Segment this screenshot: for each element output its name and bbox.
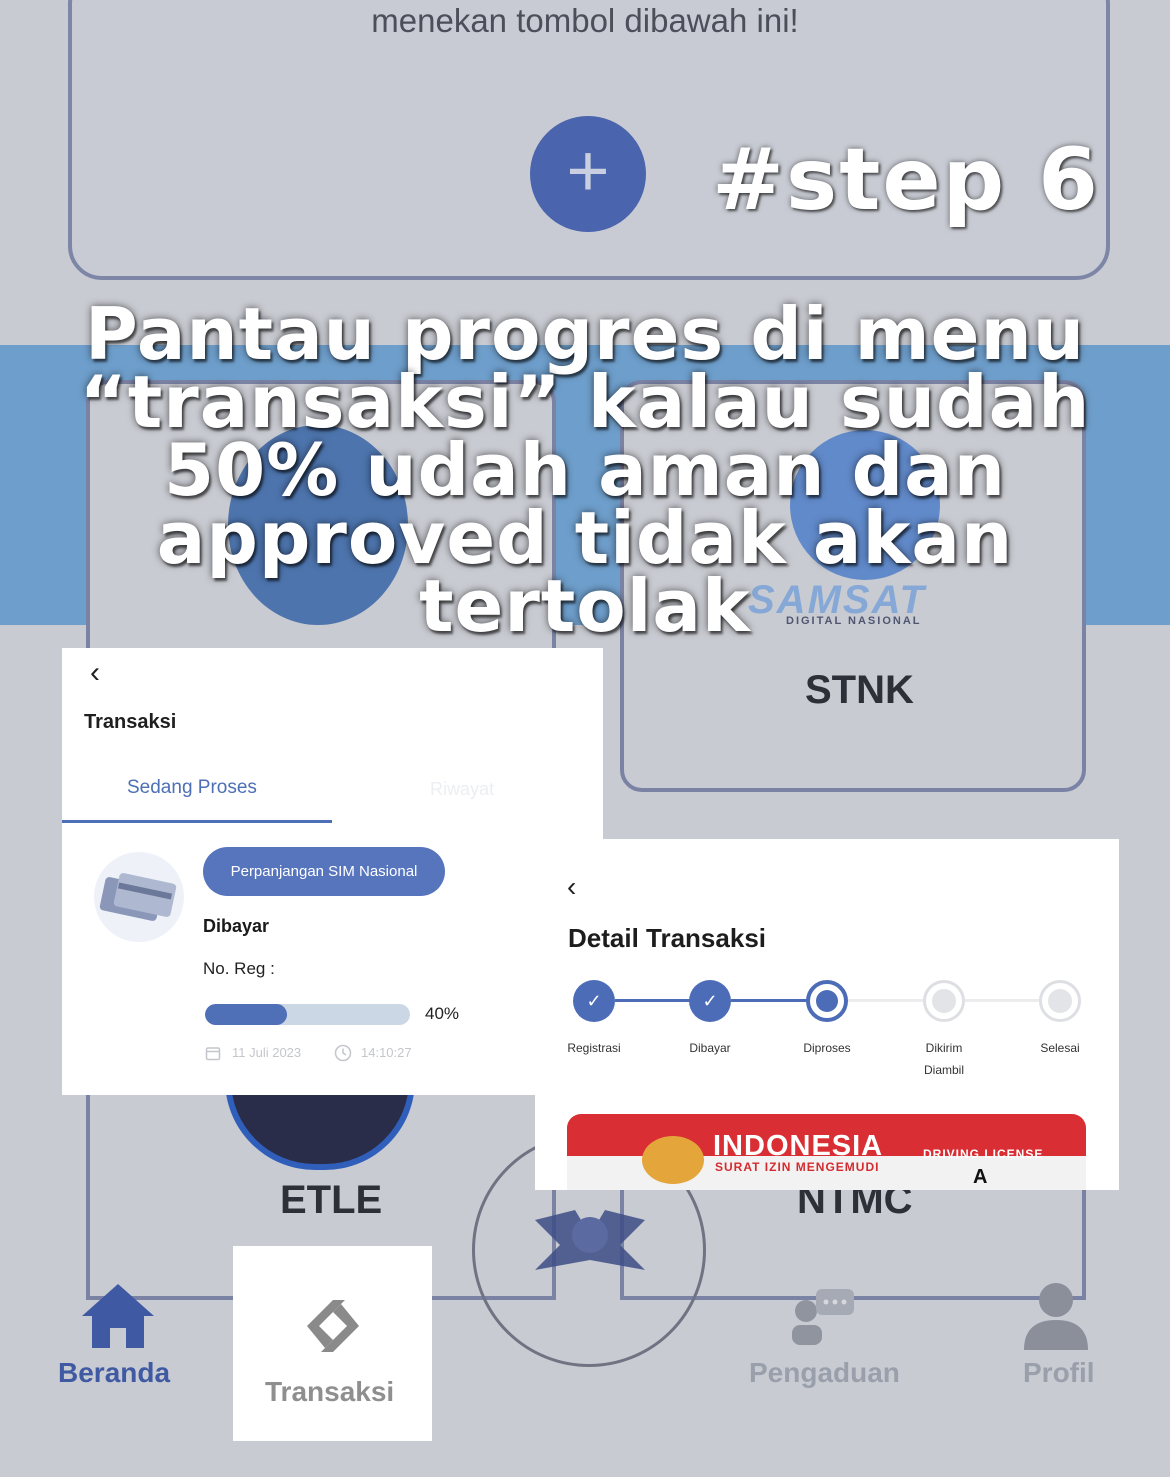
step-label: Registrasi (567, 1041, 621, 1055)
step-label: Selesai (1040, 1041, 1080, 1055)
police-emblem-icon (535, 1210, 645, 1270)
caption: Pantau progres di menu “transaksi” kalau… (30, 292, 1140, 648)
tab-sedang-proses[interactable]: Sedang Proses (127, 777, 257, 799)
step-label: Dikirim Diambil (889, 1037, 999, 1081)
nav-transactions-label: Transaksi (265, 1376, 395, 1407)
step-label: Diproses (803, 1041, 851, 1055)
step-label-line: Diambil (923, 1063, 964, 1077)
back-icon[interactable]: ‹ (90, 656, 100, 690)
caption-line: tertolak (419, 564, 751, 648)
police-badge-icon (642, 1136, 704, 1184)
license-subtitle: SURAT IZIN MENGEMUDI (715, 1160, 880, 1174)
nav-complaints-label[interactable]: Pengaduan (749, 1357, 900, 1389)
add-service-button[interactable]: + (530, 116, 646, 232)
complaint-icon (792, 1289, 854, 1345)
tile-stnk-label: STNK (805, 668, 914, 712)
service-name-badge[interactable]: Perpanjangan SIM Nasional (203, 847, 445, 896)
transaction-status: Dibayar (203, 916, 270, 936)
nav-home-label[interactable]: Beranda (58, 1357, 170, 1389)
step-registrasi-check-icon: ✓ (573, 980, 615, 1022)
caption-line: 50% udah aman dan (163, 428, 1006, 512)
license-type: DRIVING LICENSE (923, 1147, 1044, 1161)
active-tab-indicator (62, 820, 332, 823)
license-class: A (973, 1166, 988, 1188)
license-card-thumbnail (94, 852, 184, 942)
tab-riwayat[interactable]: Riwayat (430, 779, 494, 800)
step-label: Dibayar (689, 1041, 731, 1055)
progress-bar (205, 1004, 410, 1025)
cards-icon (99, 873, 177, 921)
detail-transaksi-screenshot: ‹ Detail Transaksi ✓ ✓ Registrasi Dibaya… (535, 839, 1119, 1190)
step-diproses-current-icon (806, 980, 848, 1022)
progress-percent: 40% (425, 1004, 460, 1023)
driving-license-card: INDONESIA SURAT IZIN MENGEMUDI DRIVING L… (567, 1114, 1086, 1190)
clock-icon (334, 1044, 352, 1062)
profile-icon (1024, 1283, 1088, 1350)
tile-etle-label: ETLE (280, 1178, 383, 1222)
step-label-line: Dikirim (925, 1041, 963, 1055)
nav-profile-label[interactable]: Profil (1023, 1357, 1095, 1389)
back-icon[interactable]: ‹ (567, 871, 576, 903)
transaction-time: 14:10:27 (361, 1045, 412, 1060)
step-dibayar-check-icon: ✓ (689, 980, 731, 1022)
transactions-icon (307, 1300, 359, 1352)
calendar-icon (205, 1047, 221, 1061)
add-service-hint: menekan tombol dibawah ini! (371, 2, 799, 39)
home-icon (82, 1284, 154, 1348)
nav-transactions-highlight[interactable]: Transaksi (233, 1246, 432, 1441)
page-title: Transaksi (84, 711, 177, 733)
page-title: Detail Transaksi (568, 923, 766, 953)
step-label: #step 6 (712, 130, 1101, 230)
registration-number-label: No. Reg : (203, 959, 275, 978)
caption-line: approved tidak akan (156, 496, 1014, 580)
step-selesai-pending-icon (1039, 980, 1081, 1022)
caption-line: “transaksi” kalau sudah (79, 360, 1091, 444)
progress-bar-fill (205, 1004, 287, 1025)
transaction-date: 11 Juli 2023 (232, 1045, 302, 1060)
caption-line: Pantau progres di menu (85, 292, 1085, 376)
transaksi-screenshot: ‹ Transaksi Sedang Proses Riwayat Perpan… (62, 648, 603, 1095)
step-dikirim-pending-icon (923, 980, 965, 1022)
license-country: INDONESIA (713, 1130, 884, 1162)
